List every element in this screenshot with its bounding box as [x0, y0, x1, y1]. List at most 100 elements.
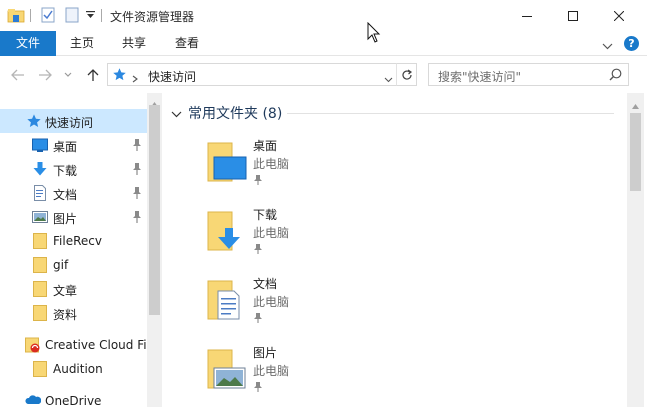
download-icon [32, 161, 48, 177]
picture-folder-icon [202, 346, 248, 392]
tab-share[interactable]: 共享 [111, 31, 157, 56]
help-icon[interactable]: ? [624, 36, 639, 51]
star-icon [112, 67, 127, 85]
pin-icon[interactable] [131, 210, 143, 224]
nav-item-articles[interactable]: 文章 [0, 277, 147, 301]
nav-item-quick-access[interactable]: 快速访问 [0, 109, 147, 133]
picture-icon [32, 209, 48, 225]
new-folder-icon[interactable] [62, 6, 82, 24]
nav-item-audition[interactable]: Audition [0, 357, 147, 381]
tile-location: 此电脑 [253, 295, 290, 309]
folder-icon [33, 281, 49, 297]
desktop-icon [32, 137, 48, 153]
window-title: 文件资源管理器 [110, 10, 195, 24]
recent-locations-button[interactable] [62, 66, 74, 84]
tile-location: 此电脑 [253, 364, 290, 378]
tile-name: 文档 [253, 277, 278, 291]
mouse-cursor-icon [367, 21, 381, 44]
nav-item-label: OneDrive [45, 394, 102, 407]
folder-icon [33, 257, 49, 273]
tab-file[interactable]: 文件 [0, 31, 56, 56]
pin-icon[interactable] [131, 138, 143, 152]
up-button[interactable] [84, 66, 102, 84]
nav-item-documents[interactable]: 文档 [0, 181, 147, 205]
properties-icon[interactable] [38, 6, 58, 24]
pin-icon[interactable] [131, 186, 143, 200]
onedrive-icon [25, 394, 42, 407]
tile-location: 此电脑 [253, 226, 290, 240]
tile-name: 下载 [253, 208, 278, 222]
customize-toolbar-icon[interactable] [84, 6, 96, 24]
nav-item-label: FileRecv [53, 234, 102, 248]
nav-item-pictures[interactable]: 图片 [0, 205, 147, 229]
folder-tile-downloads[interactable]: 下载 此电脑 [202, 206, 402, 268]
nav-item-onedrive[interactable]: OneDrive [0, 389, 147, 407]
nav-item-label: 文章 [53, 284, 78, 298]
pin-icon [253, 381, 263, 393]
nav-item-gif[interactable]: gif [0, 253, 147, 277]
back-button[interactable] [9, 66, 27, 84]
refresh-icon [401, 69, 412, 80]
forward-button[interactable] [36, 66, 54, 84]
address-dropdown-icon[interactable] [384, 72, 393, 86]
refresh-button[interactable] [396, 63, 417, 86]
tile-name: 桌面 [253, 139, 278, 153]
nav-item-materials[interactable]: 资料 [0, 301, 147, 325]
ribbon-tabs: 文件 主页 共享 查看 ? [0, 31, 647, 56]
folder-icon [33, 361, 49, 377]
nav-item-label: 文档 [53, 188, 78, 202]
minimize-button[interactable] [504, 0, 550, 31]
nav-item-downloads[interactable]: 下载 [0, 157, 147, 181]
star-icon [26, 113, 42, 129]
folder-tile-desktop[interactable]: 桌面 此电脑 [202, 137, 402, 199]
folder-icon [33, 233, 49, 249]
group-header[interactable]: 常用文件夹 (8) [188, 103, 282, 123]
navigation-pane: 快速访问 桌面 下载 文档 图片 FileRecv gif 文章 资料 Crea… [0, 93, 162, 407]
navigation-scrollbar-thumb[interactable] [149, 105, 160, 315]
pin-icon[interactable] [131, 162, 143, 176]
tile-location: 此电脑 [253, 157, 290, 171]
nav-item-label: 图片 [53, 212, 78, 226]
nav-item-label: 资料 [53, 308, 78, 322]
explorer-app-icon[interactable] [6, 6, 26, 24]
nav-item-label: gif [53, 258, 69, 272]
group-divider [287, 113, 614, 114]
creative-cloud-icon [25, 337, 41, 353]
folder-tile-pictures[interactable]: 图片 此电脑 [202, 344, 402, 406]
search-icon[interactable] [609, 68, 622, 84]
address-row: 快速访问 搜索"快速访问" [0, 56, 647, 93]
address-path: 快速访问 [148, 70, 197, 84]
pin-icon [253, 243, 263, 255]
document-icon [32, 185, 48, 201]
nav-item-label: Creative Cloud Fil [45, 338, 150, 352]
title-bar: 文件资源管理器 [0, 0, 647, 31]
folder-tile-documents[interactable]: 文档 此电脑 [202, 275, 402, 337]
nav-item-label: 下载 [53, 164, 78, 178]
address-bar[interactable]: 快速访问 [107, 63, 417, 86]
scroll-up-icon[interactable] [632, 98, 639, 112]
content-scrollbar[interactable] [627, 93, 644, 407]
pin-icon [253, 174, 263, 186]
navigation-scrollbar[interactable] [147, 93, 162, 407]
nav-item-filerecv[interactable]: FileRecv [0, 229, 147, 253]
collapse-group-icon[interactable] [171, 107, 182, 121]
chevron-right-icon[interactable] [132, 72, 138, 86]
tab-home[interactable]: 主页 [59, 31, 105, 56]
tab-view[interactable]: 查看 [164, 31, 210, 56]
maximize-button[interactable] [550, 0, 596, 31]
tile-name: 图片 [253, 346, 278, 360]
content-scrollbar-thumb[interactable] [630, 113, 641, 191]
separator [101, 9, 102, 22]
search-box[interactable]: 搜索"快速访问" [428, 63, 629, 86]
nav-item-creative-cloud[interactable]: Creative Cloud Fil [0, 333, 150, 357]
pin-icon [253, 312, 263, 324]
expand-ribbon-icon[interactable] [602, 39, 614, 50]
separator [30, 9, 31, 22]
search-placeholder: 搜索"快速访问" [438, 70, 522, 84]
nav-item-desktop[interactable]: 桌面 [0, 133, 147, 157]
nav-item-label: 快速访问 [45, 116, 94, 130]
close-button[interactable] [596, 0, 642, 31]
folder-icon [33, 305, 49, 321]
content-pane: 常用文件夹 (8) 桌面 此电脑 下载 此电脑 文档 此电脑 图片 此电脑 [162, 93, 627, 407]
document-folder-icon [202, 277, 248, 323]
